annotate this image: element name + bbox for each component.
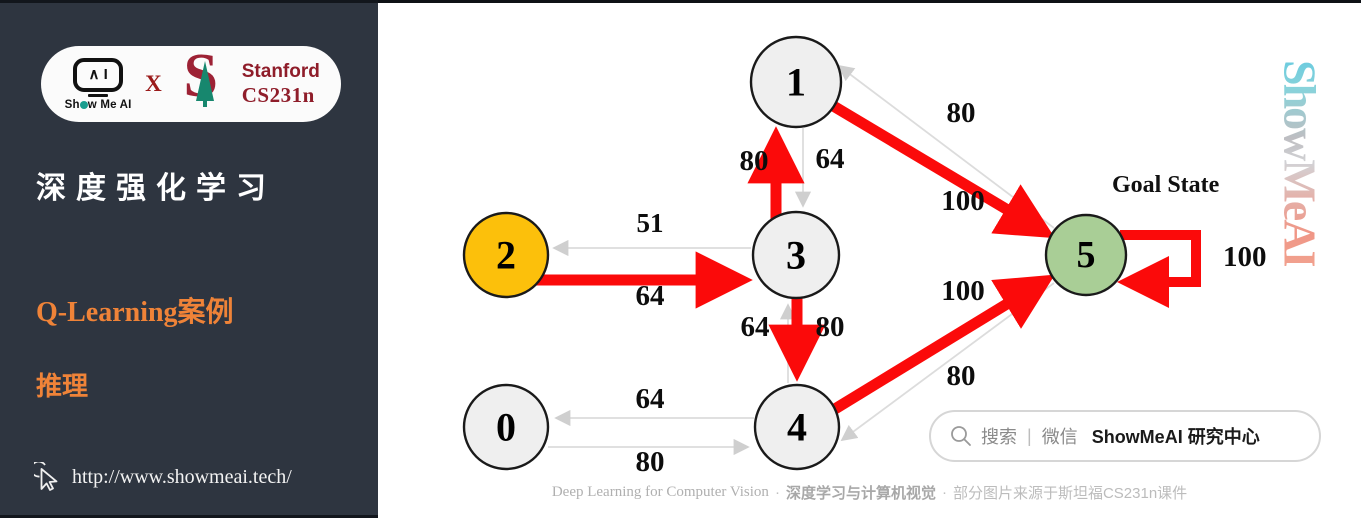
edge-label-5-5: 100 xyxy=(1223,241,1267,273)
stanford-line-2: CS231n xyxy=(241,82,315,107)
edge-1-5-highlight xyxy=(827,99,1056,239)
node-1-label: 1 xyxy=(786,60,806,105)
edge-label-5-1: 80 xyxy=(947,97,976,129)
edge-label-3-4: 80 xyxy=(816,311,845,343)
footer-english: Deep Learning for Computer Vision xyxy=(551,483,769,500)
showmeai-badge-icon: ∧ I xyxy=(73,57,124,92)
edge-label-2-3: 64 xyxy=(636,280,665,312)
sidebar-url-text: http://www.showmeai.tech/ xyxy=(72,465,292,488)
sidebar: ∧ I Sh w Me AI X S Stanford CS231n 深度强化学习… xyxy=(0,0,378,518)
footer-chinese-bold: 深度学习与计算机视觉 xyxy=(785,484,936,502)
teal-dot-icon xyxy=(79,100,88,109)
node-1[interactable]: 1 xyxy=(749,35,843,129)
edge-label-5-4: 80 xyxy=(947,360,976,392)
search-separator: | xyxy=(1027,425,1032,446)
search-channel: 微信 xyxy=(1041,427,1078,447)
edge-label-4-3: 64 xyxy=(741,311,770,343)
node-3-label: 3 xyxy=(786,233,806,278)
cross-symbol: X xyxy=(145,71,162,96)
stanford-tree-trunk xyxy=(202,95,207,107)
graph-nodes: 0 1 2 3 4 5 xyxy=(462,35,1128,471)
sidebar-subtitle-2: 推理 xyxy=(36,371,89,401)
slide-footer: Deep Learning for Computer Vision · 深度学习… xyxy=(378,478,1361,506)
node-0-label: 0 xyxy=(496,405,516,450)
node-5-goal[interactable]: 5 xyxy=(1044,213,1128,297)
edge-label-4-0: 64 xyxy=(636,383,665,415)
edge-label-1-5: 100 xyxy=(941,185,985,217)
footer-dot-2: · xyxy=(941,483,947,501)
node-0[interactable]: 0 xyxy=(462,383,550,471)
sidebar-url-row[interactable]: http://www.showmeai.tech/ xyxy=(34,462,292,492)
logo-pill: ∧ I Sh w Me AI X S Stanford CS231n xyxy=(41,45,341,122)
badge-glyphs: ∧ I xyxy=(88,66,108,83)
search-label: 搜索 xyxy=(981,427,1017,447)
sidebar-subtitle-1: Q-Learning案例 xyxy=(36,297,234,328)
goal-state-label: Goal State xyxy=(1112,172,1220,198)
edge-label-3-2: 51 xyxy=(637,208,664,238)
sidebar-title: 深度强化学习 xyxy=(36,172,276,205)
slide-root: ∧ I Sh w Me AI X S Stanford CS231n 深度强化学习… xyxy=(0,0,1361,518)
cursor-arrow-icon xyxy=(34,462,58,491)
footer-dot-1: · xyxy=(774,483,780,501)
node-3[interactable]: 3 xyxy=(751,210,841,300)
edge-label-1-3: 64 xyxy=(816,143,845,175)
badge-stand xyxy=(88,93,109,97)
stanford-line-1: Stanford xyxy=(241,60,320,82)
node-4[interactable]: 4 xyxy=(753,383,841,471)
stanford-course-text: Stanford CS231n xyxy=(242,61,320,108)
showmeai-logo: ∧ I Sh w Me AI xyxy=(62,57,134,111)
node-4-label: 4 xyxy=(787,405,807,450)
wechat-search-bar[interactable]: 搜索 | 微信 ShowMeAI 研究中心 xyxy=(929,410,1321,462)
node-2-start[interactable]: 2 xyxy=(462,211,550,299)
search-icon xyxy=(951,426,971,446)
search-account-name: ShowMeAI 研究中心 xyxy=(1091,427,1260,447)
stanford-s-icon: S xyxy=(173,45,229,113)
node-5-label: 5 xyxy=(1077,234,1096,276)
node-2-label: 2 xyxy=(496,233,516,278)
edge-label-4-5: 100 xyxy=(941,275,985,307)
footer-chinese-tail: 部分图片来源于斯坦福CS231n课件 xyxy=(952,484,1188,502)
edge-4-5-highlight xyxy=(827,274,1055,417)
edge-label-0-4: 80 xyxy=(636,446,665,478)
showmeai-wordmark: Sh w Me AI xyxy=(64,98,132,111)
edge-label-3-1: 80 xyxy=(740,145,769,177)
edge-5-5-self-loop xyxy=(1117,230,1201,308)
sidebar-top-divider xyxy=(0,0,378,3)
